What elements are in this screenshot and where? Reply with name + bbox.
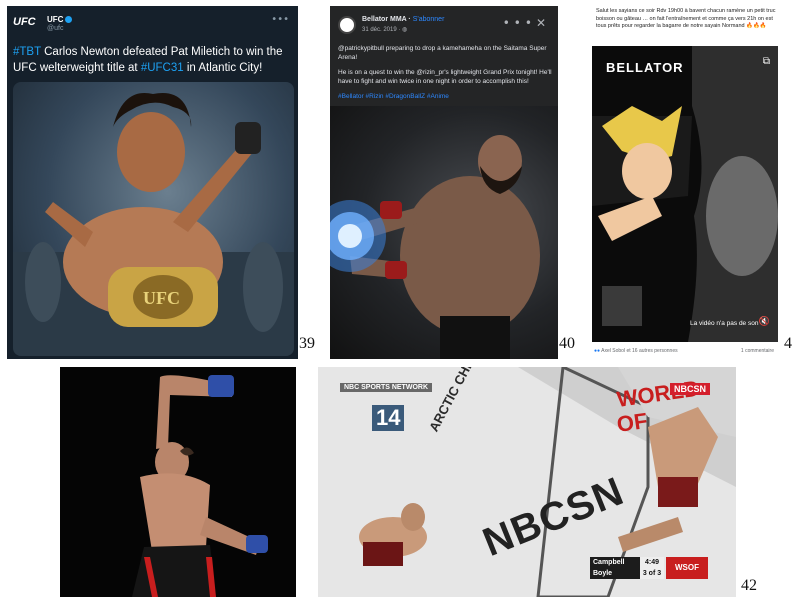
close-icon[interactable]: ✕ [536,16,550,30]
bellator-avatar[interactable] [338,16,356,34]
follow-link[interactable]: S'abonner [413,16,445,23]
figure-number-40: 40 [559,335,575,352]
figure-number-42: 42 [741,577,757,594]
post-hashtags[interactable]: #Bellator #Rizin #DragonBallZ #Anime [338,92,552,101]
svg-text:UFC: UFC [143,288,180,308]
fighter-pose-photo[interactable] [60,367,296,597]
post-controls: •••✕ [503,16,550,30]
post-body: @patrickypitbull preparing to drop a kam… [338,44,552,107]
like-icon: ●● [594,348,601,354]
bellator-logo: BELLATOR [606,60,684,75]
video-frame-illustration [592,46,778,342]
video-player[interactable]: BELLATOR ⧉ La vidéo n'a pas de son 🔇 [592,46,778,342]
fighter-pose-illustration [60,367,296,597]
verified-icon [65,16,73,24]
post-line-2: He is on a quest to win the @rizin_pr's … [338,69,552,85]
post-author[interactable]: Bellator MMA · S'abonner [362,16,444,23]
fullscreen-icon[interactable]: ⧉ [763,56,770,67]
more-options-icon[interactable]: ••• [503,16,536,30]
post-caption: Salut les sayians ce soir Rdv 19h00 à ba… [596,8,776,29]
bellator-facebook-post: Bellator MMA · S'abonner 31 déc. 2019 · … [330,6,558,359]
network-bug: NBC SPORTS NETWORK [340,383,432,392]
fighter-illustration: UFC [13,92,294,356]
broadcast-screenshot[interactable]: WORLD OF NBC SPORTS NETWORK 14 ARCTIC CH… [318,367,736,597]
tweet-text: #TBT Carlos Newton defeated Pat Miletich… [13,46,283,74]
kamehameha-illustration [330,135,540,359]
tweet-account-name[interactable]: UFC [47,15,73,24]
video-no-sound-message: La vidéo n'a pas de son [690,320,759,327]
figure-number-39: 39 [299,335,315,352]
ufc-tweet-card: UFC UFC @ufc ••• #TBT Carlos Newton defe… [7,6,298,359]
post-line-1: @patrickypitbull preparing to drop a kam… [338,45,547,61]
promotion-logo: WSOF [666,557,708,579]
video-post: Salut les sayians ce soir Rdv 19h00 à ba… [588,6,780,359]
round-indicator: 3 of 3 [640,568,664,579]
fight-clock: 4:49 [640,557,664,568]
round-number: 14 [372,405,405,431]
tweet-handle: @ufc [47,25,64,32]
corner-network-logo: NBCSN [669,383,710,395]
fighter-2-name: Boyle [590,568,640,579]
ufc-logo: UFC [13,16,36,28]
fighter-1-name: Campbell [590,557,640,568]
reactions-summary[interactable]: ●● Axel Sobol et 16 autres personnes [594,348,678,354]
more-options-icon[interactable]: ••• [271,14,289,25]
comments-count[interactable]: 1 commentaire [741,348,774,354]
tweet-header: UFC UFC @ufc ••• [13,14,293,36]
svg-text:OF: OF [615,408,649,437]
globe-icon: ◍ [402,27,408,33]
mute-icon[interactable]: 🔇 [759,317,770,327]
fighter-photo[interactable]: UFC [13,82,294,356]
post-date: 31 déc. 2019 · ◍ [362,27,408,33]
fighter-kamehameha-photo[interactable] [330,106,558,359]
scoreboard: Campbell 4:49 Boyle 3 of 3 WSOF [590,557,710,579]
hashtag-tbt[interactable]: #TBT [13,46,41,58]
hashtag-ufc31[interactable]: #UFC31 [141,62,184,74]
figure-number-4: 4 [784,335,792,352]
